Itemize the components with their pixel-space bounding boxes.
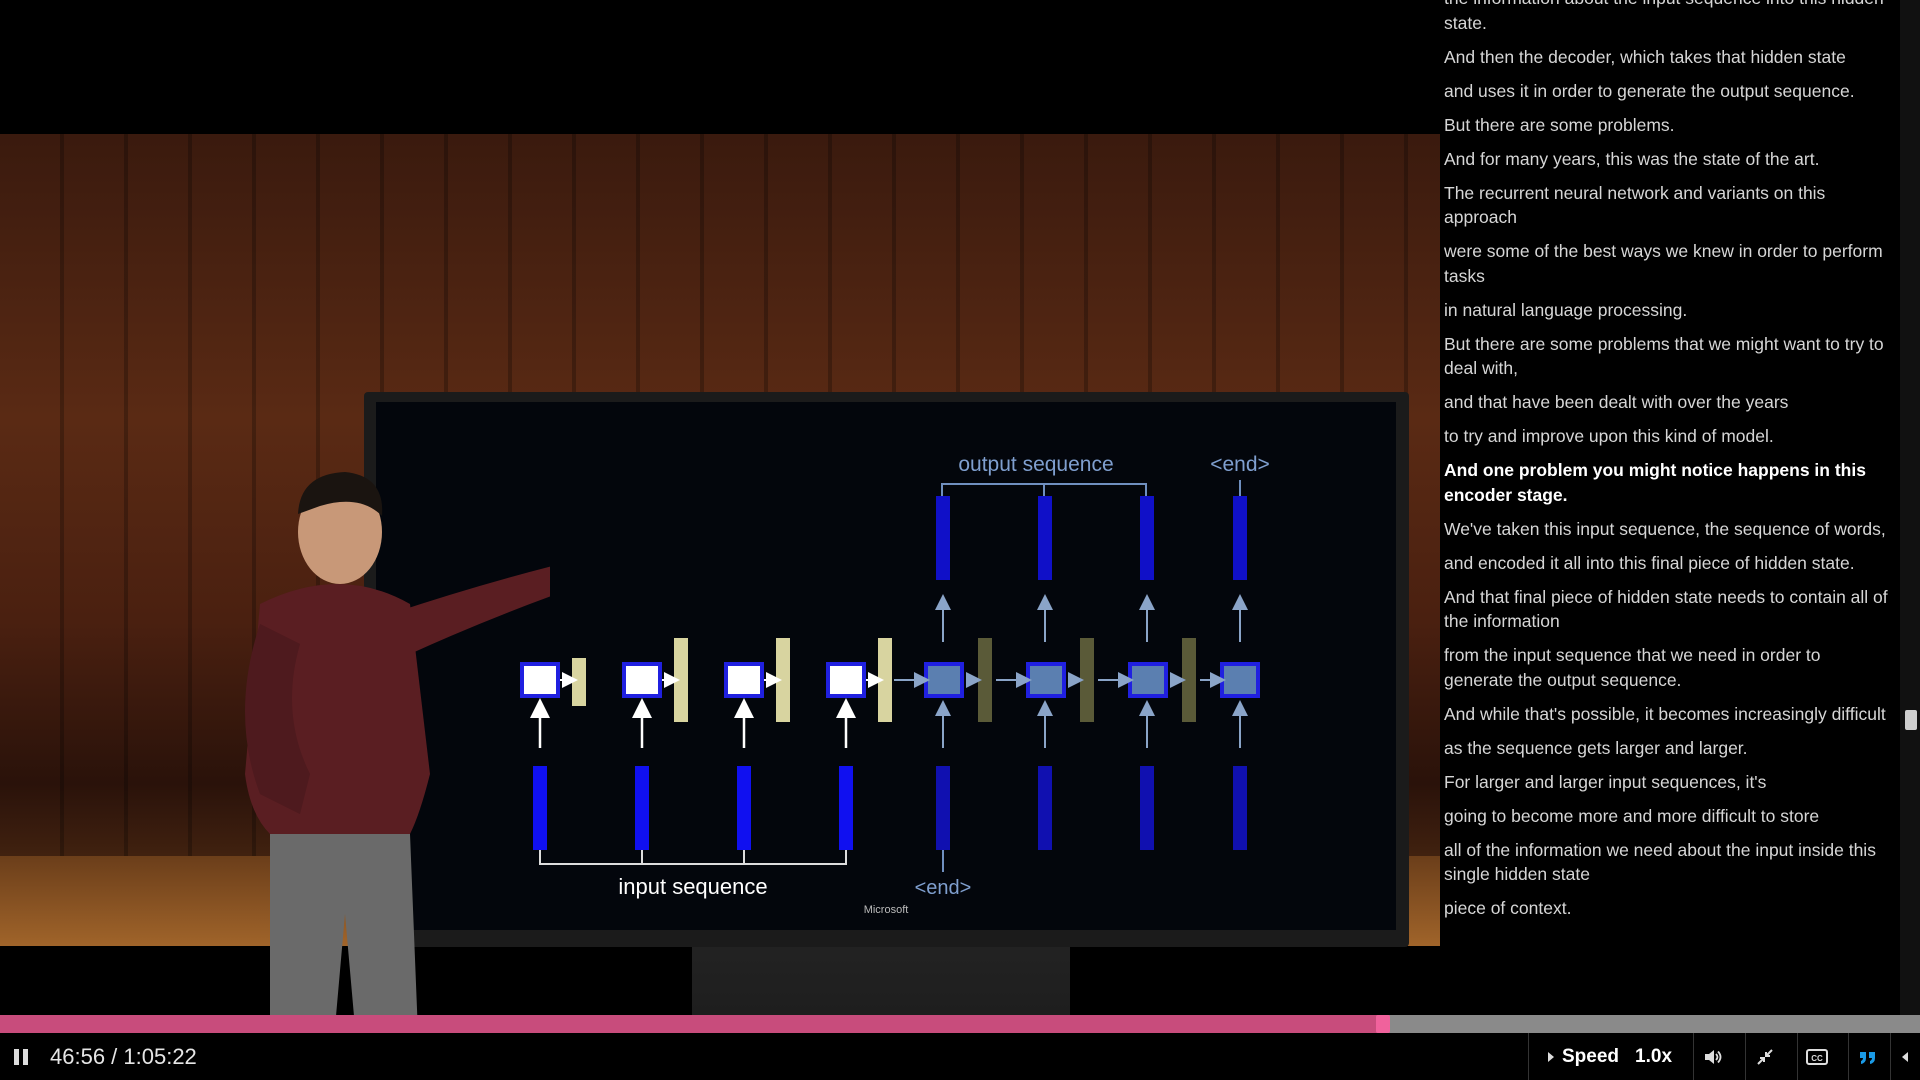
- video-player[interactable]: output sequence <end> input sequence <en…: [0, 0, 1440, 1015]
- transcript-scrollbar[interactable]: [1900, 0, 1920, 1015]
- transcript-line[interactable]: But there are some problems.: [1440, 113, 1896, 147]
- transcript-line[interactable]: in natural language processing.: [1440, 298, 1896, 332]
- fullscreen-exit-button[interactable]: [1746, 1033, 1784, 1080]
- transcript-line[interactable]: all of the information we need about the…: [1440, 838, 1896, 897]
- transcript-quote-icon: [1860, 1051, 1875, 1064]
- end-bottom-label: <end>: [915, 877, 972, 899]
- fullscreen-exit-icon: [1757, 1048, 1773, 1065]
- volume-icon: [1705, 1049, 1722, 1064]
- transcript-line[interactable]: and that have been dealt with over the y…: [1440, 390, 1896, 424]
- input-sequence-label: input sequence: [618, 874, 767, 899]
- control-bar: 46:56 / 1:05:22 Speed 1.0x CC: [0, 1033, 1920, 1080]
- progress-bar[interactable]: [0, 1015, 1920, 1033]
- end-top-label: <end>: [1210, 453, 1270, 476]
- transcript-line[interactable]: And that final piece of hidden state nee…: [1440, 585, 1896, 644]
- progress-handle[interactable]: [1376, 1015, 1391, 1033]
- closed-captions-icon: CC: [1806, 1048, 1828, 1065]
- time-display: 46:56 / 1:05:22: [50, 1043, 197, 1069]
- transcript-panel[interactable]: the information about the input sequence…: [1440, 0, 1900, 1015]
- progress-fill: [0, 1015, 1384, 1033]
- transcript-line[interactable]: from the input sequence that we need in …: [1440, 643, 1896, 702]
- volume-button[interactable]: [1694, 1033, 1732, 1080]
- transcript-line[interactable]: And then the decoder, which takes that h…: [1440, 45, 1896, 79]
- transcript-line[interactable]: going to become more and more difficult …: [1440, 804, 1896, 838]
- closed-captions-button[interactable]: CC: [1798, 1033, 1836, 1080]
- transcript-line[interactable]: as the sequence gets larger and larger.: [1440, 736, 1896, 770]
- output-sequence-label: output sequence: [958, 453, 1113, 476]
- collapse-arrow-icon: [1902, 1051, 1908, 1062]
- transcript-line[interactable]: were some of the best ways we knew in or…: [1440, 239, 1896, 298]
- speed-label: Speed: [1562, 1045, 1620, 1067]
- transcript-line[interactable]: And for many years, this was the state o…: [1440, 147, 1896, 181]
- transcript-line[interactable]: But there are some problems that we migh…: [1440, 332, 1896, 391]
- speed-value: 1.0x: [1635, 1045, 1673, 1067]
- lecture-scene: output sequence <end> input sequence <en…: [0, 134, 1440, 1015]
- chevron-right-icon: [1548, 1051, 1554, 1062]
- transcript-button[interactable]: [1849, 1033, 1887, 1080]
- scrollbar-thumb[interactable]: [1905, 710, 1917, 730]
- transcript-line[interactable]: piece of context.: [1440, 896, 1896, 930]
- transcript-line[interactable]: to try and improve upon this kind of mod…: [1440, 424, 1896, 458]
- svg-text:CC: CC: [1811, 1054, 1823, 1063]
- transcript-line[interactable]: the information about the input sequence…: [1440, 0, 1896, 45]
- speed-button[interactable]: Speed 1.0x: [1548, 1033, 1672, 1080]
- transcript-line[interactable]: For larger and larger input sequences, i…: [1440, 770, 1896, 804]
- pause-icon: [14, 1048, 19, 1065]
- transcript-line-active[interactable]: And one problem you might notice happens…: [1440, 458, 1896, 517]
- collapse-button[interactable]: [1893, 1033, 1917, 1080]
- transcript-line[interactable]: We've taken this input sequence, the seq…: [1440, 517, 1896, 551]
- transcript-line[interactable]: and encoded it all into this final piece…: [1440, 551, 1896, 585]
- transcript-line[interactable]: And while that's possible, it becomes in…: [1440, 702, 1896, 736]
- lecturer: [245, 472, 550, 1015]
- pause-button[interactable]: [14, 1033, 36, 1080]
- transcript-line[interactable]: and uses it in order to generate the out…: [1440, 79, 1896, 113]
- transcript-line[interactable]: The recurrent neural network and variant…: [1440, 181, 1896, 240]
